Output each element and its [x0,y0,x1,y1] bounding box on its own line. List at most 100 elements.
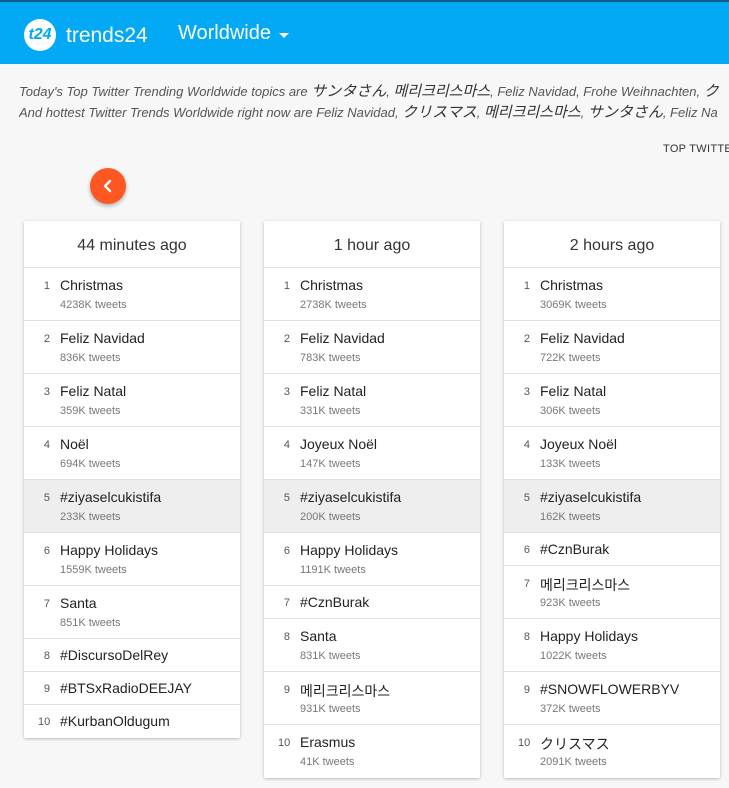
summary-line-1: Today's Top Twitter Trending Worldwide t… [19,81,729,102]
top-twitter-trends-link[interactable]: TOP TWITTE [663,143,729,155]
trend-name-link[interactable]: #ziyaselcukistifa [300,489,401,505]
trend-item[interactable]: 2 Feliz Navidad 722K tweets [504,321,720,374]
trend-name-link[interactable]: #ziyaselcukistifa [60,489,161,505]
trend-item[interactable]: 4 Joyeux Noël 133K tweets [504,427,720,480]
summary-trend-link[interactable]: サンタさん [588,104,663,121]
back-button[interactable] [90,168,126,204]
trend-name-link[interactable]: #BTSxRadioDEEJAY [60,680,192,696]
trend-rank: 8 [283,631,290,643]
trend-item[interactable]: 5 #ziyaselcukistifa 162K tweets [504,480,720,533]
trend-item[interactable]: 4 Joyeux Noël 147K tweets [264,427,480,480]
trend-column: 2 hours ago 1 Christmas 3069K tweets 2 Feliz … [504,221,720,778]
trend-item[interactable]: 1 Christmas 2738K tweets [264,268,480,321]
trend-item[interactable]: 3 Feliz Natal 331K tweets [264,374,480,427]
trend-name-link[interactable]: Christmas [300,277,363,293]
trends-summary: Today's Top Twitter Trending Worldwide t… [19,81,729,123]
trend-item[interactable]: 6 Happy Holidays 1191K tweets [264,533,480,586]
trend-name-link[interactable]: Happy Holidays [540,628,638,644]
tweet-count: 831K tweets [300,650,361,662]
trend-item[interactable]: 5 #ziyaselcukistifa 233K tweets [24,480,240,533]
trend-item[interactable]: 2 Feliz Navidad 783K tweets [264,321,480,374]
trend-name-link[interactable]: #ziyaselcukistifa [540,489,641,505]
summary-trend-link[interactable]: 메리크리스마스 [393,83,490,100]
trend-name-link[interactable]: Christmas [60,277,123,293]
trend-name-link[interactable]: Erasmus [300,734,355,750]
trend-name-link[interactable]: Happy Holidays [60,542,158,558]
tweet-count: 783K tweets [300,352,361,364]
trend-item[interactable]: 3 Feliz Natal 306K tweets [504,374,720,427]
trend-name-link[interactable]: #CznBurak [540,541,609,557]
trend-item[interactable]: 8 #DiscursoDelRey [24,639,240,672]
trend-item[interactable]: 8 Santa 831K tweets [264,619,480,672]
summary-trend-link[interactable]: サンタさん [311,83,386,100]
trend-name-link[interactable]: 메리크리스마스 [300,681,390,701]
summary-line-2: And hottest Twitter Trends Worldwide rig… [19,102,729,123]
trend-name-link[interactable]: #DiscursoDelRey [60,647,168,663]
summary-trend-link[interactable]: 메리크리스마스 [484,104,581,121]
trend-item[interactable]: 6 Happy Holidays 1559K tweets [24,533,240,586]
trend-name-link[interactable]: Feliz Navidad [540,330,625,346]
trend-name-link[interactable]: #SNOWFLOWERBYV [540,681,679,697]
trend-item[interactable]: 6 #CznBurak [504,533,720,566]
trend-item[interactable]: 3 Feliz Natal 359K tweets [24,374,240,427]
trend-item[interactable]: 10 クリスマス 2091K tweets [504,725,720,778]
trend-item[interactable]: 7 메리크리스마스 923K tweets [504,566,720,619]
summary-text: , [580,105,588,120]
trend-rank: 7 [43,598,50,610]
trend-item[interactable]: 5 #ziyaselcukistifa 200K tweets [264,480,480,533]
trend-name-link[interactable]: Feliz Natal [540,383,606,399]
trend-name-link[interactable]: Joyeux Noël [300,436,377,452]
trend-name-link[interactable]: Feliz Natal [60,383,126,399]
tweet-count: 1559K tweets [60,564,127,576]
trend-name-link[interactable]: #CznBurak [300,594,369,610]
tweet-count: 162K tweets [540,511,601,523]
logo-text[interactable]: trends24 [66,24,148,48]
trend-rank: 8 [523,631,530,643]
trend-item[interactable]: 1 Christmas 4238K tweets [24,268,240,321]
trend-rank: 2 [523,333,530,345]
summary-trend-link[interactable]: ク [704,83,719,100]
tweet-count: 722K tweets [540,352,601,364]
trend-rank: 6 [283,545,290,557]
top-bar: t24 trends24 Worldwide [0,0,729,64]
trend-name-link[interactable]: Noël [60,436,89,452]
trend-name-link[interactable]: Christmas [540,277,603,293]
tweet-count: 3069K tweets [540,299,607,311]
trend-rank: 10 [38,716,51,728]
trend-item[interactable]: 2 Feliz Navidad 836K tweets [24,321,240,374]
trend-item[interactable]: 10 Erasmus 41K tweets [264,725,480,778]
summary-text: , Feliz Navidad, Frohe Weihnachten, [490,84,704,99]
logo-badge[interactable]: t24 [24,19,56,51]
trend-item[interactable]: 9 메리크리스마스 931K tweets [264,672,480,725]
trend-item[interactable]: 7 Santa 851K tweets [24,586,240,639]
trend-name-link[interactable]: Santa [300,628,337,644]
region-dropdown[interactable]: Worldwide [178,22,289,45]
trend-item[interactable]: 9 #SNOWFLOWERBYV 372K tweets [504,672,720,725]
trend-name-link[interactable]: Feliz Navidad [300,330,385,346]
trend-name-link[interactable]: Happy Holidays [300,542,398,558]
trend-name-link[interactable]: #KurbanOldugum [60,713,170,729]
summary-text: Today's Top Twitter Trending Worldwide t… [19,84,312,99]
tweet-count: 851K tweets [60,617,121,629]
trend-name-link[interactable]: Feliz Natal [300,383,366,399]
trend-item[interactable]: 1 Christmas 3069K tweets [504,268,720,321]
trend-name-link[interactable]: Feliz Navidad [60,330,145,346]
summary-text: , Feliz Na [662,105,718,120]
trend-name-link[interactable]: 메리크리스마스 [540,575,630,595]
trend-item[interactable]: 9 #BTSxRadioDEEJAY [24,672,240,705]
tweet-count: 200K tweets [300,511,361,523]
trend-item[interactable]: 10 #KurbanOldugum [24,705,240,738]
tweet-count: 694K tweets [60,458,121,470]
trend-rank: 7 [523,578,530,590]
trend-item[interactable]: 7 #CznBurak [264,586,480,619]
summary-trend-link[interactable]: クリスマス [402,104,477,121]
trend-name-link[interactable]: クリスマス [540,734,610,754]
tweet-count: 1191K tweets [300,564,366,576]
tweet-count: 359K tweets [60,405,121,417]
trend-item[interactable]: 4 Noël 694K tweets [24,427,240,480]
trend-name-link[interactable]: Joyeux Noël [540,436,617,452]
column-timestamp: 2 hours ago [504,221,720,268]
trend-item[interactable]: 8 Happy Holidays 1022K tweets [504,619,720,672]
trend-rank: 9 [523,684,530,696]
trend-name-link[interactable]: Santa [60,595,97,611]
